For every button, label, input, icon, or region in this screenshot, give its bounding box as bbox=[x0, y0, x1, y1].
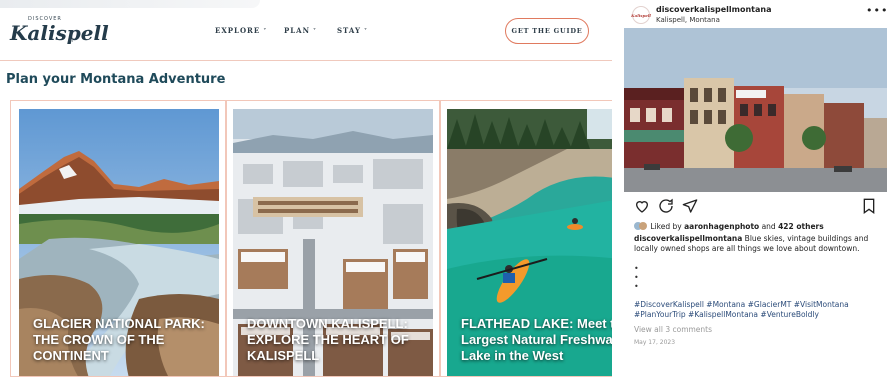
kalispell-logo[interactable]: DISCOVER Kalispell MT bbox=[8, 16, 109, 50]
header-divider bbox=[0, 60, 612, 61]
share-icon[interactable] bbox=[682, 198, 698, 214]
post-image[interactable] bbox=[624, 28, 887, 192]
caption-dot: • bbox=[634, 264, 639, 273]
post-hashtags[interactable]: #DiscoverKalispell #Montana #GlacierMT #… bbox=[634, 300, 884, 320]
glacier-photo: GLACIER NATIONAL PARK: The Crown of the … bbox=[19, 109, 219, 376]
avatar-logo-text: Kalispell bbox=[631, 12, 651, 18]
logo-script-text: Kalispell bbox=[10, 21, 109, 45]
nav-stay-label: STAY bbox=[337, 26, 361, 35]
header-decoration bbox=[0, 0, 260, 8]
post-date: May 17, 2023 bbox=[634, 339, 676, 346]
instagram-post-panel: Kalispell discoverkalispellmontana Kalis… bbox=[622, 0, 887, 377]
page-heading: Plan your Montana Adventure bbox=[6, 72, 226, 87]
flathead-card-caption: FLATHEAD LAKE: Meet the Largest Natural … bbox=[461, 316, 612, 363]
caption-username[interactable]: discoverkalispellmontana bbox=[634, 234, 742, 243]
caption-dot: • bbox=[634, 273, 639, 282]
chevron-down-icon: ˅ bbox=[363, 28, 368, 35]
liked-prefix: Liked by bbox=[650, 222, 682, 231]
caption-dot: • bbox=[634, 282, 639, 291]
chevron-down-icon: ˅ bbox=[263, 28, 268, 35]
nav-explore-label: EXPLORE bbox=[215, 26, 261, 35]
nav-plan[interactable]: PLAN ˅ bbox=[284, 26, 317, 35]
post-location[interactable]: Kalispell, Montana bbox=[656, 16, 720, 24]
post-actions bbox=[634, 198, 879, 216]
liked-user-link[interactable]: aaronhagenphoto bbox=[684, 222, 759, 231]
get-the-guide-button[interactable]: GET THE GUIDE bbox=[505, 18, 589, 44]
chevron-down-icon: ˅ bbox=[313, 28, 318, 35]
post-caption: discoverkalispellmontana Blue skies, vin… bbox=[634, 234, 879, 254]
downtown-photo: DOWNTOWN KALISPELL: Explore the Heart of… bbox=[233, 109, 433, 376]
website-panel: DISCOVER Kalispell MT EXPLORE ˅ PLAN ˅ STA… bbox=[0, 0, 612, 377]
avatar[interactable]: Kalispell bbox=[631, 6, 651, 24]
card-downtown-kalispell[interactable]: DOWNTOWN KALISPELL: Explore the Heart of… bbox=[226, 100, 440, 377]
nav-explore[interactable]: EXPLORE ˅ bbox=[215, 26, 267, 35]
liker-avatar bbox=[639, 222, 647, 230]
downtown-street-image bbox=[624, 28, 887, 192]
downtown-card-caption: DOWNTOWN KALISPELL: Explore the Heart of… bbox=[247, 316, 409, 363]
liked-count-link[interactable]: 422 others bbox=[778, 222, 824, 231]
post-username[interactable]: discoverkalispellmontana bbox=[656, 5, 772, 14]
nav-stay[interactable]: STAY ˅ bbox=[337, 26, 368, 35]
card-glacier-national-park[interactable]: GLACIER NATIONAL PARK: The Crown of the … bbox=[10, 100, 226, 377]
top-nav: DISCOVER Kalispell MT EXPLORE ˅ PLAN ˅ STA… bbox=[0, 10, 612, 58]
liked-by-line: Liked by aaronhagenphoto and 422 others bbox=[634, 222, 824, 231]
logo-state-text: MT bbox=[68, 38, 74, 43]
card-flathead-lake[interactable]: FLATHEAD LAKE: Meet the Largest Natural … bbox=[440, 100, 612, 377]
caption-dots: • • • bbox=[634, 264, 639, 291]
heart-icon[interactable] bbox=[634, 198, 650, 214]
more-options-icon[interactable]: ••• bbox=[866, 4, 887, 17]
flathead-photo: FLATHEAD LAKE: Meet the Largest Natural … bbox=[447, 109, 612, 376]
view-comments-link[interactable]: View all 3 comments bbox=[634, 325, 712, 334]
bookmark-icon[interactable] bbox=[862, 198, 876, 214]
comment-icon[interactable] bbox=[658, 198, 674, 214]
glacier-card-caption: GLACIER NATIONAL PARK: The Crown of the … bbox=[33, 316, 205, 363]
nav-plan-label: PLAN bbox=[284, 26, 311, 35]
liked-and: and bbox=[761, 222, 776, 231]
